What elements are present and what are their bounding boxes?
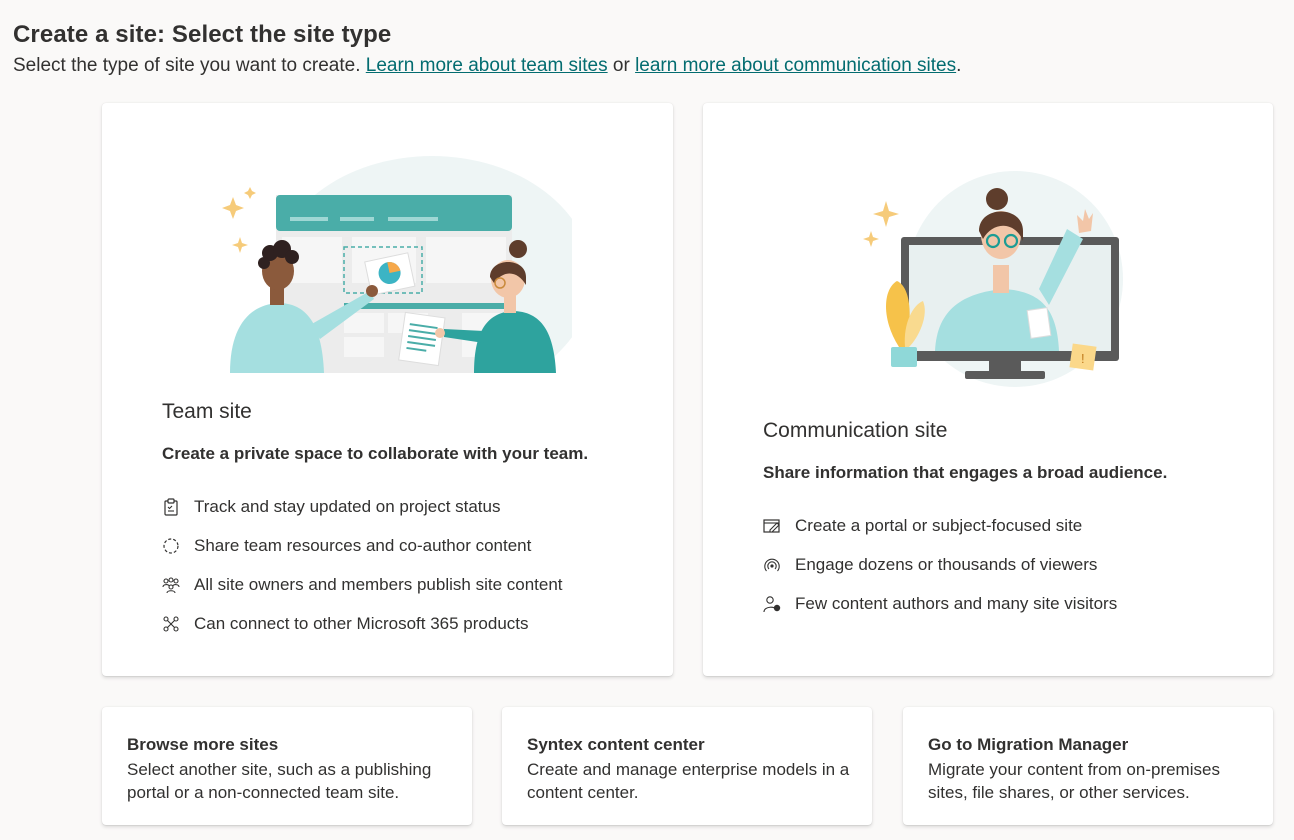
- team-site-description: Create a private space to collaborate wi…: [162, 444, 589, 463]
- person-author-icon: [763, 595, 781, 613]
- subtitle-period: .: [956, 55, 962, 76]
- learn-more-team-sites-link[interactable]: Learn more about team sites: [366, 55, 608, 76]
- communication-site-description: Share information that engages a broad a…: [763, 463, 1168, 482]
- team-site-features: Track and stay updated on project status…: [162, 487, 563, 643]
- clipboard-checklist-icon: [162, 497, 180, 516]
- edit-page-icon: [763, 517, 781, 535]
- migration-manager-title: Go to Migration Manager: [928, 735, 1129, 754]
- people-team-icon: [162, 576, 180, 594]
- learn-more-communication-sites-link[interactable]: learn more about communication sites: [635, 55, 956, 76]
- feature-item: Track and stay updated on project status: [162, 487, 563, 526]
- subtitle-or-text: or: [607, 55, 636, 76]
- sync-circle-icon: [162, 537, 180, 555]
- svg-text:!: !: [1081, 351, 1085, 366]
- feature-label: Share team resources and co-author conte…: [194, 535, 532, 555]
- feature-item: Can connect to other Microsoft 365 produ…: [162, 604, 563, 643]
- feature-label: Track and stay updated on project status: [194, 496, 501, 516]
- communication-site-card[interactable]: ! Communication site Share information t…: [703, 103, 1273, 676]
- migration-manager-description: Migrate your content from on-premises si…: [928, 760, 1220, 802]
- feature-label: Can connect to other Microsoft 365 produ…: [194, 613, 529, 633]
- team-site-illustration: [222, 156, 572, 373]
- feature-item: All site owners and members publish site…: [162, 565, 563, 604]
- syntex-content-center-description: Create and manage enterprise models in a…: [527, 760, 850, 802]
- feature-label: Engage dozens or thousands of viewers: [795, 554, 1098, 574]
- subtitle-text: Select the type of site you want to crea…: [13, 55, 366, 76]
- feature-item: Engage dozens or thousands of viewers: [763, 545, 1117, 584]
- feature-item: Share team resources and co-author conte…: [162, 526, 563, 565]
- connector-icon: [162, 615, 180, 633]
- feature-item: Create a portal or subject-focused site: [763, 506, 1117, 545]
- communication-site-features: Create a portal or subject-focused site …: [763, 506, 1117, 623]
- page-subtitle: Select the type of site you want to crea…: [13, 55, 961, 77]
- migration-manager-card[interactable]: Go to Migration Manager Migrate your con…: [903, 707, 1273, 825]
- team-site-card[interactable]: Team site Create a private space to coll…: [102, 103, 673, 676]
- feature-label: Few content authors and many site visito…: [795, 593, 1118, 613]
- browse-more-sites-title: Browse more sites: [127, 735, 279, 754]
- syntex-content-center-title: Syntex content center: [527, 735, 705, 754]
- browse-more-sites-card[interactable]: Browse more sites Select another site, s…: [102, 707, 472, 825]
- broadcast-icon: [763, 556, 781, 574]
- communication-site-title: Communication site: [763, 419, 948, 442]
- page-title: Create a site: Select the site type: [13, 21, 392, 48]
- feature-label: Create a portal or subject-focused site: [795, 515, 1083, 535]
- feature-label: All site owners and members publish site…: [194, 574, 563, 594]
- communication-site-illustration: !: [863, 171, 1123, 387]
- browse-more-sites-description: Select another site, such as a publishin…: [127, 760, 432, 802]
- team-site-title: Team site: [162, 400, 252, 423]
- feature-item: Few content authors and many site visito…: [763, 584, 1117, 623]
- syntex-content-center-card[interactable]: Syntex content center Create and manage …: [502, 707, 872, 825]
